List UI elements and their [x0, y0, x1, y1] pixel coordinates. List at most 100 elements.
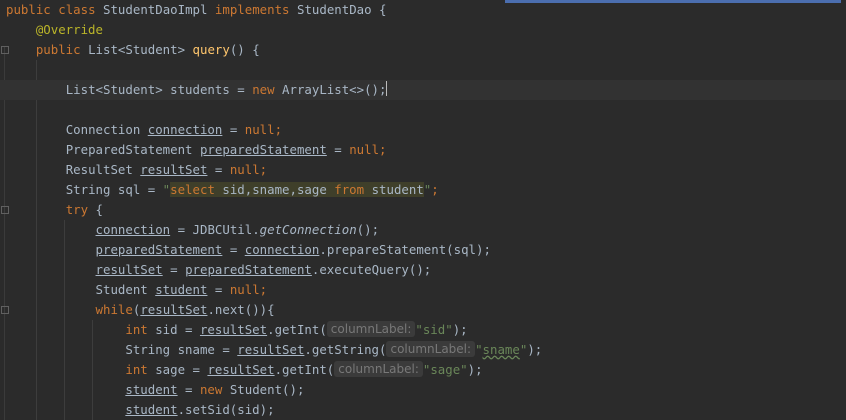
- code-text: .getString(: [304, 342, 387, 357]
- code-text: );: [467, 362, 483, 377]
- string-literal: sname: [482, 342, 520, 357]
- code-line-12[interactable]: connection = JDBCUtil.getConnection();: [0, 220, 846, 240]
- code-text: =: [207, 282, 230, 297]
- variable: student: [155, 282, 208, 297]
- code-text: );: [527, 342, 543, 357]
- parameter-hint: columnLabel:: [386, 341, 476, 357]
- code-text: List<Student> students =: [65, 82, 253, 97]
- keyword: public: [35, 42, 81, 57]
- keyword: try: [65, 202, 89, 217]
- code-text: );: [452, 322, 468, 337]
- code-text: {: [88, 202, 103, 217]
- code-line-21[interactable]: student.setSid(sid);: [0, 400, 846, 420]
- interface-name: StudentDao {: [297, 2, 387, 17]
- variable: resultSet: [199, 322, 268, 337]
- code-text: =: [177, 382, 200, 397]
- code-line-9[interactable]: ResultSet resultSet = null;: [0, 160, 846, 180]
- variable: resultSet: [140, 162, 208, 177]
- return-type: List<Student>: [88, 42, 186, 57]
- keyword: public: [6, 2, 51, 17]
- code-text: =: [222, 122, 245, 137]
- sql-text: sid,sname,sage: [214, 182, 335, 197]
- code-line-20[interactable]: student = new Student();: [0, 380, 846, 400]
- code-line-3[interactable]: public List<Student> query() {: [0, 40, 846, 60]
- sql-keyword: from: [334, 182, 365, 197]
- code-line-15[interactable]: Student student = null;: [0, 280, 846, 300]
- sql-keyword: select: [170, 182, 215, 197]
- static-method: getConnection: [259, 222, 357, 237]
- keyword: null: [229, 282, 260, 297]
- variable: preparedStatement: [185, 262, 312, 277]
- parameter-hint: columnLabel:: [326, 321, 416, 337]
- code-line-10[interactable]: String sql = "select sid,sname,sage from…: [0, 180, 846, 200]
- code-text: .executeQuery();: [311, 262, 432, 277]
- code-text: ;: [379, 142, 387, 157]
- keyword: class: [58, 2, 96, 17]
- code-text: ResultSet: [65, 162, 141, 177]
- code-text: ArrayList<>();: [274, 82, 387, 97]
- code-line-17[interactable]: int sid = resultSet.getInt(columnLabel: "…: [0, 320, 846, 340]
- variable: student: [125, 382, 178, 397]
- string-quote: ": [475, 342, 483, 357]
- code-line-6[interactable]: [0, 100, 846, 120]
- code-line-5-current[interactable]: List<Student> students = new ArrayList<>…: [0, 80, 846, 100]
- code-line-4[interactable]: [0, 60, 846, 80]
- text-caret: [386, 81, 388, 96]
- string-literal: "sage": [422, 362, 468, 377]
- variable: resultSet: [237, 342, 305, 357]
- code-text: String sql =: [65, 182, 163, 197]
- code-text: sid =: [147, 322, 200, 337]
- variable: connection: [244, 242, 320, 257]
- keyword: implements: [214, 2, 290, 17]
- code-text: ;: [274, 122, 283, 137]
- variable: resultSet: [207, 362, 275, 377]
- code-line-11[interactable]: try {: [0, 200, 846, 220]
- code-line-19[interactable]: int sage = resultSet.getInt(columnLabel:…: [0, 360, 846, 380]
- string-literal: "sid": [415, 322, 453, 337]
- code-text: =: [207, 162, 230, 177]
- code-text: ;: [431, 182, 439, 197]
- code-line-14[interactable]: resultSet = preparedStatement.executeQue…: [0, 260, 846, 280]
- code-text: =: [162, 262, 186, 277]
- sql-text: student: [364, 182, 424, 197]
- code-line-2[interactable]: @Override: [0, 20, 846, 40]
- code-text: String sname =: [125, 342, 238, 357]
- keyword: new: [252, 82, 275, 97]
- code-editor[interactable]: public class StudentDaoImpl implements S…: [0, 0, 846, 420]
- code-text: ;: [259, 162, 268, 177]
- parameter-hint: columnLabel:: [334, 361, 423, 377]
- method-name: query: [192, 42, 230, 57]
- code-line-1[interactable]: public class StudentDaoImpl implements S…: [0, 0, 846, 20]
- code-line-13[interactable]: preparedStatement = connection.prepareSt…: [0, 240, 846, 260]
- variable: preparedStatement: [199, 142, 327, 157]
- keyword: int: [125, 322, 148, 337]
- keyword: null: [244, 122, 275, 137]
- code-text: = JDBCUtil.: [170, 222, 260, 237]
- code-text: =: [326, 142, 350, 157]
- code-line-7[interactable]: Connection connection = null;: [0, 120, 846, 140]
- code-line-8[interactable]: PreparedStatement preparedStatement = nu…: [0, 140, 846, 160]
- keyword: null: [229, 162, 260, 177]
- code-text: .prepareStatement(sql);: [319, 242, 491, 257]
- code-text: sage =: [147, 362, 208, 377]
- code-line-18[interactable]: String sname = resultSet.getString(colum…: [0, 340, 846, 360]
- code-text: Connection: [65, 122, 148, 137]
- code-text: PreparedStatement: [65, 142, 200, 157]
- annotation: @Override: [35, 22, 103, 37]
- code-text: .setSid(sid);: [177, 402, 275, 417]
- variable: resultSet: [140, 302, 208, 317]
- code-text: ;: [259, 282, 268, 297]
- variable: preparedStatement: [95, 242, 223, 257]
- sql-injection-block: select sid,sname,sage from student: [170, 182, 424, 197]
- code-text: ();: [356, 222, 380, 237]
- variable: resultSet: [95, 262, 163, 277]
- keyword: new: [199, 382, 223, 397]
- code-text: .next()){: [207, 302, 275, 317]
- code-text: Student();: [222, 382, 305, 397]
- keyword: while: [95, 302, 133, 317]
- code-line-16[interactable]: while(resultSet.next()){: [0, 300, 846, 320]
- code-text: .getInt(: [274, 362, 335, 377]
- keyword: int: [125, 362, 148, 377]
- variable: connection: [147, 122, 223, 137]
- variable: student: [125, 402, 178, 417]
